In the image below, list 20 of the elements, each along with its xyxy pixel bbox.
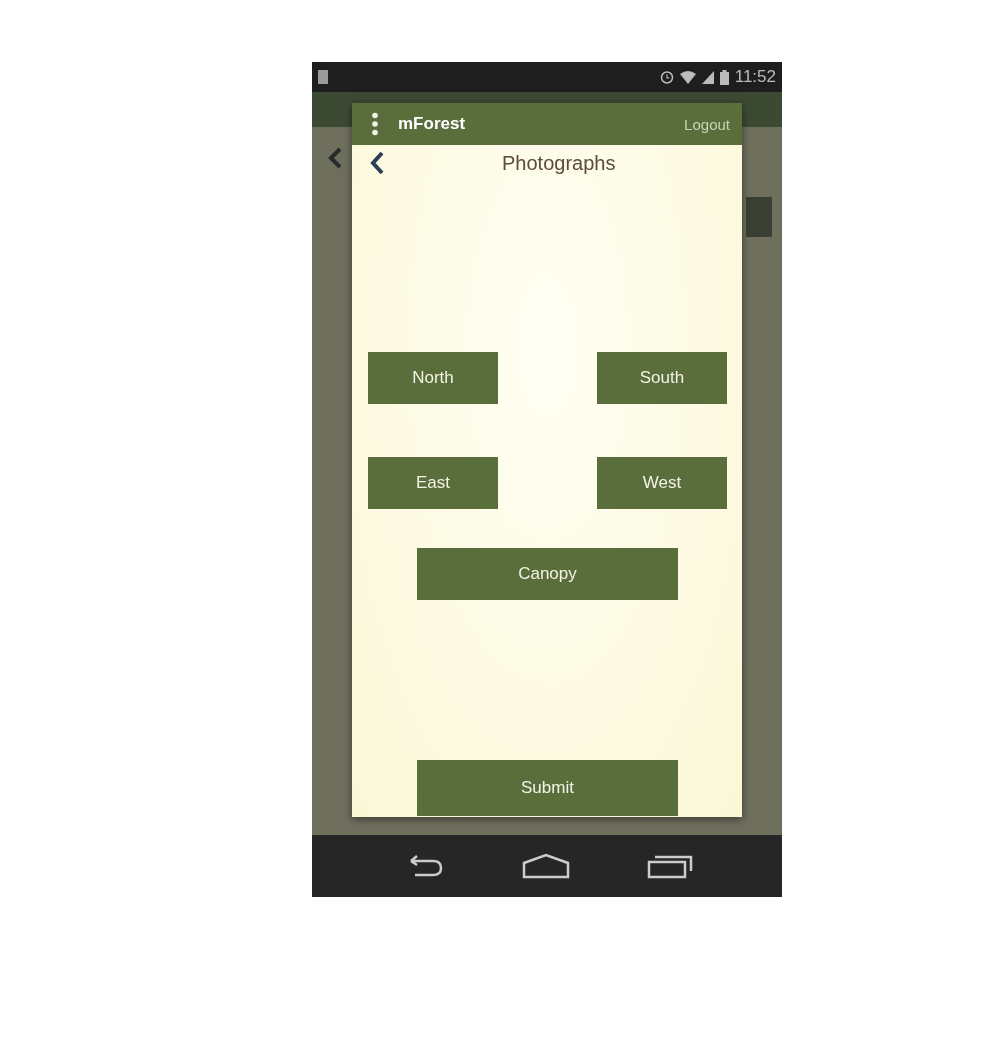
submit-button[interactable]: Submit [417, 760, 678, 816]
direction-button[interactable]: West [597, 457, 727, 509]
wifi-icon [679, 70, 696, 84]
battery-icon [719, 69, 729, 85]
notification-icon [318, 70, 328, 84]
logout-button[interactable]: Logout [684, 115, 730, 133]
direction-button[interactable]: South [597, 352, 727, 404]
alarm-icon [659, 70, 674, 84]
direction-button[interactable]: East [368, 457, 498, 509]
app-title: mForest [398, 114, 466, 134]
back-icon[interactable] [370, 151, 384, 175]
back-chevron-icon [328, 147, 342, 169]
overflow-menu-icon[interactable] [372, 112, 378, 136]
recent-apps-icon[interactable] [647, 853, 694, 879]
canopy-button[interactable]: Canopy [417, 548, 678, 600]
signal-icon [701, 70, 714, 84]
direction-button[interactable]: North [368, 352, 498, 404]
clock-time: 11:52 [734, 67, 776, 87]
screen-title: Photographs [502, 151, 616, 175]
home-icon[interactable] [522, 853, 570, 879]
